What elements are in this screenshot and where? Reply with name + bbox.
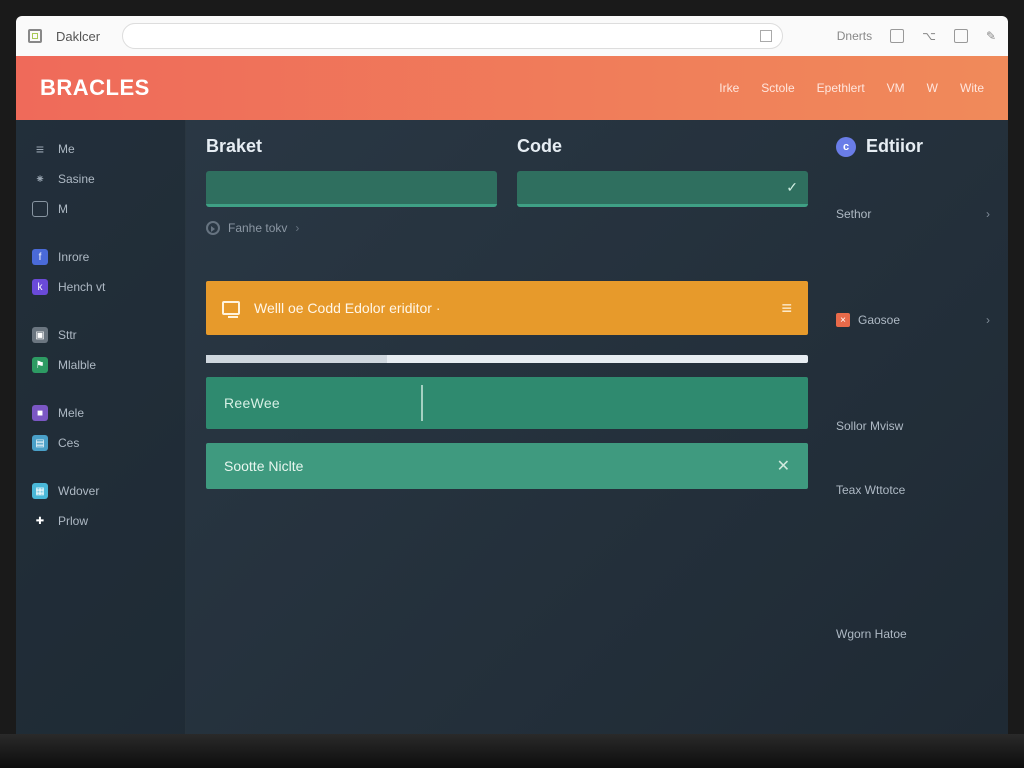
image-icon: ▤ bbox=[32, 435, 48, 451]
brand-title: Bracles bbox=[40, 75, 150, 101]
sidebar-item-label: Ces bbox=[58, 436, 79, 450]
sidebar-item-m[interactable]: M bbox=[16, 194, 185, 224]
menu-bars-icon bbox=[32, 141, 48, 157]
chrome-buttons: Dnerts ⌥ ✎ bbox=[837, 29, 996, 43]
menu-item-4[interactable]: W bbox=[927, 81, 938, 95]
sidebar-item-prlow[interactable]: ✚ Prlow bbox=[16, 506, 185, 536]
rail-item-teax[interactable]: Teax Wttotce bbox=[836, 483, 990, 497]
twin-input-bars bbox=[206, 171, 808, 207]
chrome-glyph-3-icon[interactable] bbox=[954, 29, 968, 43]
warn-square-icon: × bbox=[836, 313, 850, 327]
sidebar-item-label: Me bbox=[58, 142, 75, 156]
sidebar-item-label: Inrore bbox=[58, 250, 89, 264]
rail-header: c Edtiior bbox=[836, 136, 990, 157]
block-divider bbox=[421, 385, 423, 421]
right-rail: c Edtiior Sethor › × Gaosoe › Sollor Mvi… bbox=[828, 120, 1008, 734]
sidebar-item-label: M bbox=[58, 202, 68, 216]
chrome-glyph-2-icon[interactable]: ⌥ bbox=[922, 29, 936, 43]
sidebar-item-label: Sttr bbox=[58, 328, 77, 342]
screen: Daklcer Dnerts ⌥ ✎ Bracles Irke Sctole E… bbox=[0, 0, 1024, 768]
omnibox-end-icon bbox=[760, 30, 772, 42]
banner-text: Welll oe Codd Edolor eriditor · bbox=[254, 300, 441, 316]
subtle-text: Fanhe tokv bbox=[228, 221, 287, 235]
chevron-right-icon: › bbox=[986, 207, 990, 221]
play-circle-icon bbox=[206, 221, 220, 235]
banner-menu-icon[interactable]: ≡ bbox=[781, 298, 792, 319]
rail-item-sollor[interactable]: Sollor Mvisw bbox=[836, 419, 990, 433]
input-bar-left[interactable] bbox=[206, 171, 497, 207]
rail-item-sethor[interactable]: Sethor › bbox=[836, 207, 990, 221]
subtle-row[interactable]: Fanhe tokv › bbox=[206, 221, 808, 235]
app-body: Me Sasine M f Inrore k Hench vt ▣ bbox=[16, 120, 1008, 734]
app-gray-icon: ▣ bbox=[32, 327, 48, 343]
rail-item-label: Gaosoe bbox=[858, 313, 900, 327]
tab-favicon-icon bbox=[28, 29, 42, 43]
sidebar-item-label: Wdover bbox=[58, 484, 99, 498]
menu-item-0[interactable]: Irke bbox=[719, 81, 739, 95]
input-bar-right[interactable] bbox=[517, 171, 808, 207]
square-icon bbox=[32, 201, 48, 217]
sidebar-item-label: Mele bbox=[58, 406, 84, 420]
browser-chrome: Daklcer Dnerts ⌥ ✎ bbox=[16, 16, 1008, 56]
sky-icon: ▦ bbox=[32, 483, 48, 499]
sidebar: Me Sasine M f Inrore k Hench vt ▣ bbox=[16, 120, 186, 734]
dots-icon bbox=[32, 171, 48, 187]
chevron-right-icon: › bbox=[986, 313, 990, 327]
menu-item-2[interactable]: Epethlert bbox=[817, 81, 865, 95]
block-reewee[interactable]: ReeWee bbox=[206, 377, 808, 429]
tab-title: Daklcer bbox=[56, 29, 100, 44]
sidebar-item-label: Sasine bbox=[58, 172, 95, 186]
col-header-code: Code bbox=[517, 136, 808, 157]
sidebar-item-hench[interactable]: k Hench vt bbox=[16, 272, 185, 302]
chrome-glyph-1-icon[interactable] bbox=[890, 29, 904, 43]
sidebar-item-label: Mlalble bbox=[58, 358, 96, 372]
header-menu: Irke Sctole Epethlert VM W Wite bbox=[719, 81, 984, 95]
app-blue-icon: f bbox=[32, 249, 48, 265]
menu-item-1[interactable]: Sctole bbox=[761, 81, 794, 95]
app-violet-icon: ■ bbox=[32, 405, 48, 421]
block-a-label: ReeWee bbox=[224, 395, 280, 411]
app-purple-icon: k bbox=[32, 279, 48, 295]
sidebar-item-inrore[interactable]: f Inrore bbox=[16, 242, 185, 272]
sidebar-item-sasine[interactable]: Sasine bbox=[16, 164, 185, 194]
sidebar-item-wdover[interactable]: ▦ Wdover bbox=[16, 476, 185, 506]
laptop-bezel bbox=[0, 734, 1024, 768]
monitor-icon bbox=[222, 301, 240, 315]
welcome-banner[interactable]: Welll oe Codd Edolor eriditor · ≡ bbox=[206, 281, 808, 335]
column-headers: Braket Code bbox=[206, 136, 808, 157]
rail-title: Edtiior bbox=[866, 136, 923, 157]
rail-item-label: Wgorn Hatoe bbox=[836, 627, 907, 641]
close-icon[interactable]: ✕ bbox=[777, 456, 790, 476]
app-header: Bracles Irke Sctole Epethlert VM W Wite bbox=[16, 56, 1008, 120]
sidebar-item-label: Hench vt bbox=[58, 280, 105, 294]
sidebar-item-me[interactable]: Me bbox=[16, 134, 185, 164]
chevron-right-icon: › bbox=[295, 221, 299, 235]
pin-icon: ✚ bbox=[32, 513, 48, 529]
sidebar-item-mele[interactable]: ■ Mele bbox=[16, 398, 185, 428]
rail-item-gaosoe[interactable]: × Gaosoe › bbox=[836, 313, 990, 327]
flag-green-icon: ⚑ bbox=[32, 357, 48, 373]
menu-item-5[interactable]: Wite bbox=[960, 81, 984, 95]
block-sootte[interactable]: Sootte Niclte ✕ bbox=[206, 443, 808, 489]
rail-item-wgorn[interactable]: Wgorn Hatoe bbox=[836, 627, 990, 641]
rail-item-label: Sethor bbox=[836, 207, 871, 221]
sidebar-item-mlalble[interactable]: ⚑ Mlalble bbox=[16, 350, 185, 380]
chrome-glyph-4-icon[interactable]: ✎ bbox=[986, 29, 996, 43]
chrome-label[interactable]: Dnerts bbox=[837, 29, 872, 43]
main-column: Braket Code Fanhe tokv › Welll oe Codd E… bbox=[186, 120, 828, 734]
menu-item-3[interactable]: VM bbox=[887, 81, 905, 95]
sidebar-item-sttr[interactable]: ▣ Sttr bbox=[16, 320, 185, 350]
sidebar-item-ces[interactable]: ▤ Ces bbox=[16, 428, 185, 458]
sidebar-item-label: Prlow bbox=[58, 514, 88, 528]
col-header-braket: Braket bbox=[206, 136, 497, 157]
rail-item-label: Teax Wttotce bbox=[836, 483, 905, 497]
progress-bar bbox=[206, 355, 808, 363]
rail-item-label: Sollor Mvisw bbox=[836, 419, 903, 433]
rail-badge-icon: c bbox=[836, 137, 856, 157]
address-bar[interactable] bbox=[122, 23, 783, 49]
block-b-label: Sootte Niclte bbox=[224, 458, 303, 474]
